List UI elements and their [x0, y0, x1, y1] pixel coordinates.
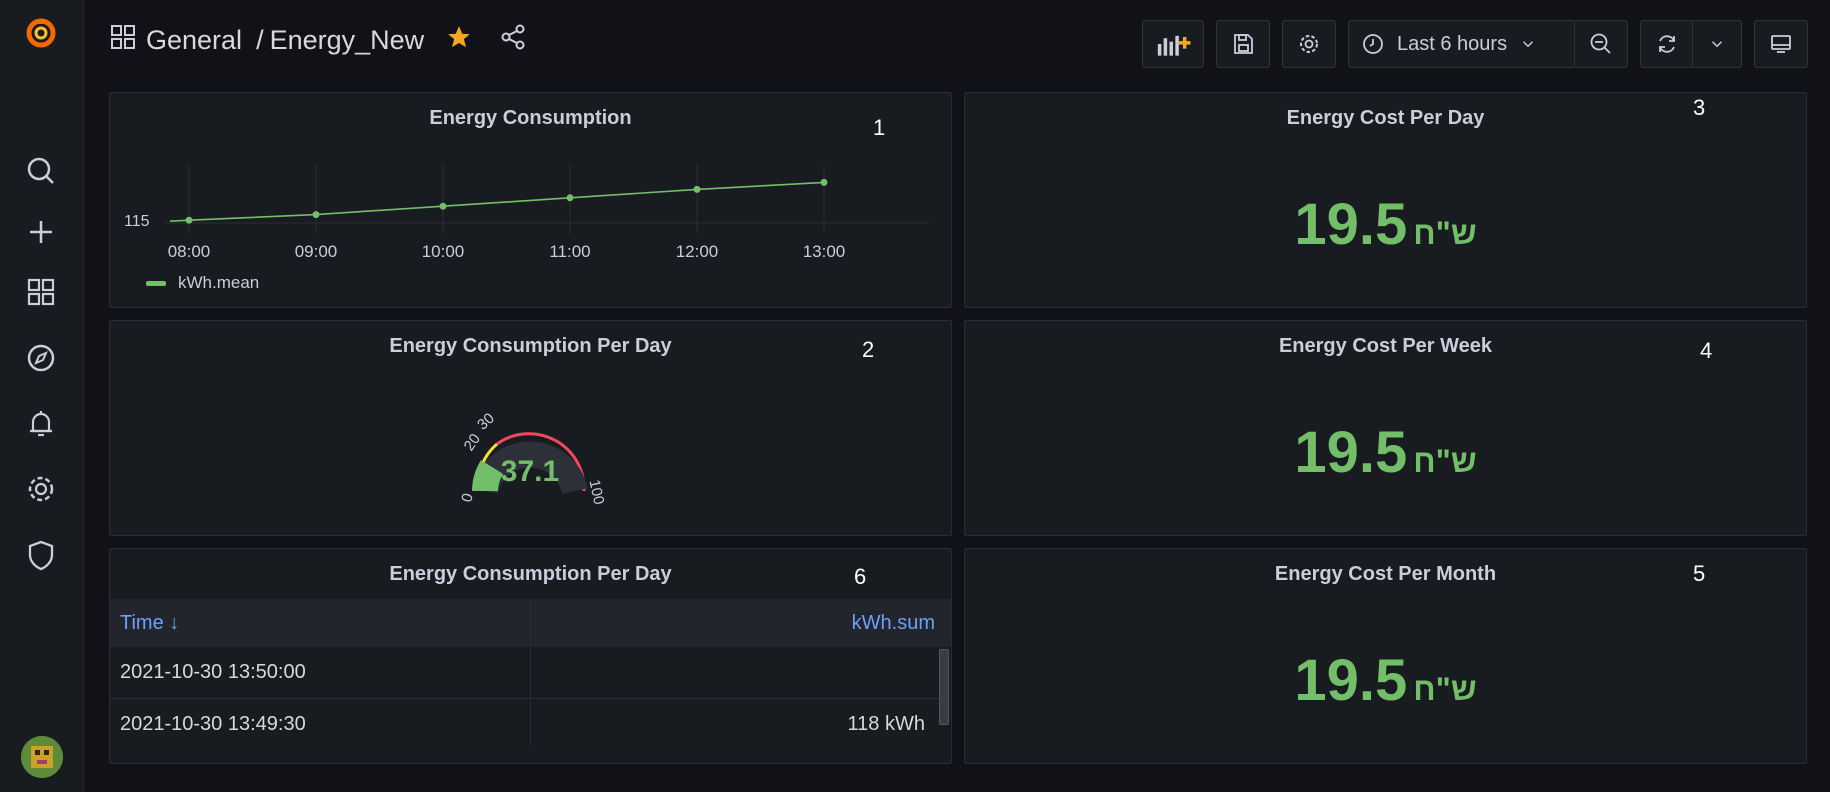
x-tick-label: 10:00	[422, 242, 465, 261]
stat-unit: ש"ח	[1413, 443, 1477, 479]
panel-energy-cost-per-day[interactable]: Energy Cost Per Day 3 19.5 ש"ח	[964, 92, 1807, 308]
top-bar: General / Energy_New Last 6 hours	[84, 0, 1830, 88]
legend-item[interactable]: kWh.mean	[146, 273, 259, 293]
data-point[interactable]	[312, 211, 320, 219]
add-panel-icon	[1157, 35, 1191, 56]
panel-number: 3	[1693, 95, 1706, 120]
column-header-kwh-sum[interactable]: kWh.sum	[852, 612, 935, 635]
stat-value: 19.5 ש"ח	[965, 419, 1806, 486]
x-tick-label: 11:00	[549, 242, 590, 261]
refresh-interval-dropdown[interactable]	[1692, 20, 1742, 68]
stat-number: 19.5	[1294, 648, 1408, 713]
panel-number: 5	[1693, 561, 1706, 586]
gauge: 37.1 0 20 30 100	[458, 410, 607, 506]
refresh-button[interactable]	[1640, 20, 1694, 68]
series-line-kwh-mean[interactable]	[169, 181, 825, 222]
panel-energy-consumption[interactable]: Energy Consumption 1 08:00 09:00 10:00 11:0…	[109, 92, 952, 308]
add-panel-button[interactable]	[1142, 20, 1204, 68]
gauge-max-label: 100	[585, 478, 607, 506]
panel-energy-cost-per-month[interactable]: Energy Cost Per Month 5 19.5 ש"ח	[964, 548, 1807, 764]
configuration-gear-icon[interactable]	[20, 468, 62, 510]
data-point[interactable]	[693, 185, 701, 193]
panel-energy-consumption-per-day-gauge[interactable]: Energy Consumption Per Day 2 37.1 0 20 3…	[109, 320, 952, 536]
dashboard-settings-button[interactable]	[1282, 20, 1336, 68]
dashboards-grid-icon	[110, 24, 136, 57]
x-tick-label: 13:00	[803, 242, 846, 261]
time-range-label: Last 6 hours	[1397, 32, 1508, 55]
server-admin-shield-icon[interactable]	[20, 534, 62, 576]
time-picker-button[interactable]: Last 6 hours	[1348, 20, 1576, 68]
panel-title[interactable]: Energy Cost Per Month	[965, 563, 1806, 586]
panel-energy-cost-per-week[interactable]: Energy Cost Per Week 4 19.5 ש"ח	[964, 320, 1807, 536]
alerting-bell-icon[interactable]	[20, 403, 62, 445]
dashboard-title[interactable]: Energy_New	[270, 25, 425, 56]
stat-unit: ש"ח	[1413, 671, 1477, 707]
x-tick-label: 08:00	[168, 242, 211, 261]
panel-title[interactable]: Energy Cost Per Day	[965, 107, 1806, 130]
chevron-down-icon	[1523, 41, 1534, 48]
cell-value: 118 kWh	[847, 713, 925, 735]
stat-value: 19.5 ש"ח	[965, 647, 1806, 714]
data-point[interactable]	[185, 216, 193, 224]
explore-compass-icon[interactable]	[20, 337, 62, 379]
zoom-out-button[interactable]	[1574, 20, 1628, 68]
table-row[interactable]: 2021-10-30 13:50:00	[110, 647, 951, 699]
data-point[interactable]	[820, 178, 828, 186]
breadcrumb-folder[interactable]: General	[146, 25, 242, 56]
chevron-down-icon	[1711, 41, 1723, 48]
gauge-threshold-2-label: 30	[474, 410, 498, 434]
panel-title[interactable]: Energy Consumption Per Day	[110, 563, 951, 586]
star-icon[interactable]	[446, 24, 472, 57]
panel-number: 6	[854, 564, 867, 589]
cell-time: 2021-10-30 13:50:00	[120, 661, 306, 683]
table-scrollbar[interactable]	[939, 649, 949, 725]
cell-time: 2021-10-30 13:49:30	[120, 713, 306, 735]
monitor-icon	[1771, 35, 1791, 53]
panel-energy-consumption-per-day-table[interactable]: Energy Consumption Per Day 6 Time ↓ kWh.…	[109, 548, 952, 764]
stat-value: 19.5 ש"ח	[965, 191, 1806, 258]
breadcrumb-separator: /	[256, 25, 264, 55]
panel-title[interactable]: Energy Cost Per Week	[965, 335, 1806, 358]
x-tick-label: 09:00	[295, 242, 338, 261]
stat-number: 19.5	[1294, 420, 1408, 485]
save-dashboard-button[interactable]	[1216, 20, 1270, 68]
y-tick-label: 115	[124, 213, 150, 230]
column-header-time[interactable]: Time ↓	[120, 612, 179, 635]
stat-number: 19.5	[1294, 192, 1408, 257]
sidebar	[0, 0, 84, 792]
gauge-min-label: 0	[458, 492, 477, 504]
create-plus-icon[interactable]	[20, 211, 62, 253]
refresh-icon	[1659, 35, 1675, 53]
stat-unit: ש"ח	[1413, 215, 1477, 251]
gear-icon	[1300, 35, 1318, 53]
save-icon	[1234, 34, 1253, 54]
dashboards-grid-icon[interactable]	[20, 271, 62, 313]
search-icon[interactable]	[20, 150, 62, 192]
gauge-value: 37.1	[501, 455, 559, 488]
panel-number: 4	[1700, 338, 1713, 363]
breadcrumb: General / Energy_New	[110, 24, 526, 57]
table-row[interactable]: 2021-10-30 13:49:30 118 kWh	[110, 699, 951, 751]
x-tick-label: 12:00	[676, 242, 719, 261]
user-avatar[interactable]	[21, 736, 63, 778]
share-icon[interactable]	[500, 24, 526, 57]
data-point[interactable]	[566, 194, 574, 202]
zoom-out-icon	[1590, 33, 1611, 54]
clock-icon	[1363, 34, 1383, 54]
data-point[interactable]	[439, 202, 447, 210]
legend-swatch	[146, 280, 166, 286]
gauge-threshold-1-label: 20	[461, 431, 484, 454]
legend-label: kWh.mean	[178, 273, 260, 292]
view-mode-button[interactable]	[1754, 20, 1808, 68]
grafana-logo-icon[interactable]	[20, 12, 62, 54]
